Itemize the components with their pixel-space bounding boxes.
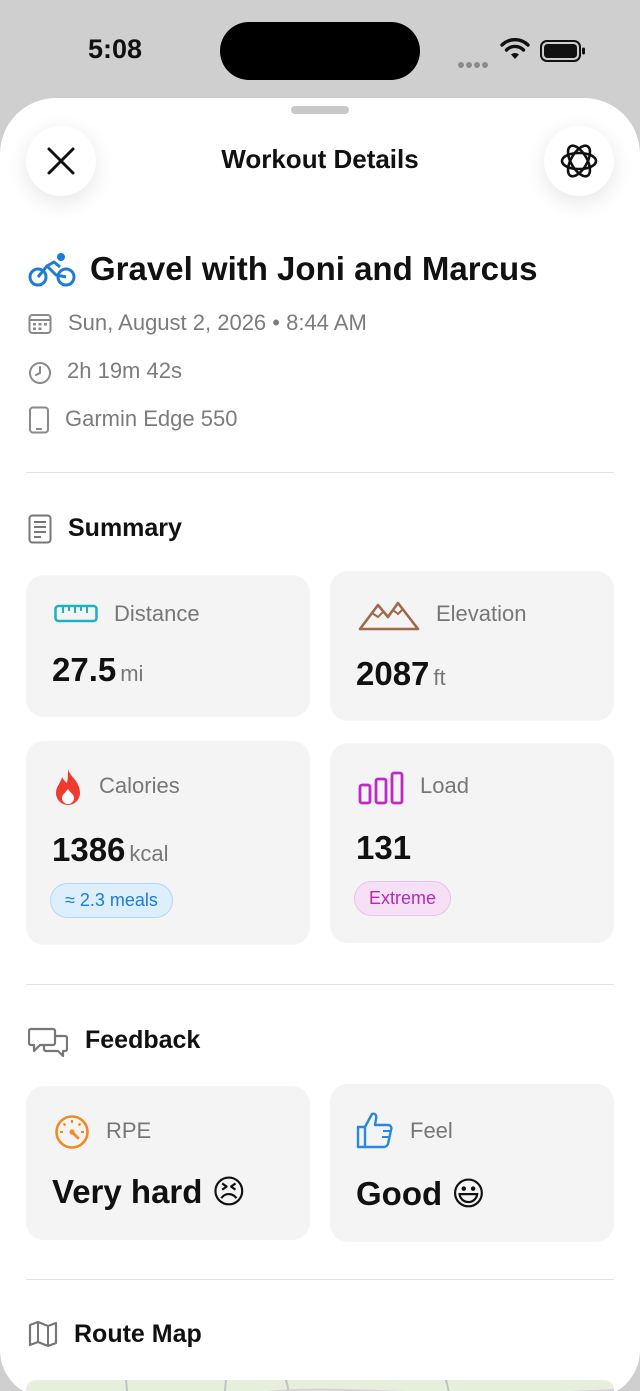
signal-dots-icon [458,55,490,68]
divider [26,1279,614,1280]
elevation-label: Elevation [436,601,527,626]
flame-icon [56,769,80,805]
workout-date: Sun, August 2, 2026 • 8:44 AM [68,310,367,335]
workout-duration-row: 2h 19m 42s [28,358,328,388]
divider [26,472,614,473]
document-icon [28,514,52,544]
sheet-grabber[interactable] [291,106,349,114]
chat-bubbles-icon [28,1027,68,1058]
divider [26,984,614,985]
status-time: 5:08 [88,34,143,64]
calories-card[interactable]: Calories 1386 kcal ≈ 2.3 meals [26,741,310,945]
elevation-value: 2087 ft [356,655,446,692]
elevation-card[interactable]: Elevation 2087 ft [330,571,614,721]
meals-badge: ≈ 2.3 meals [50,883,173,918]
map-icon [28,1320,58,1348]
calories-value: 1386 kcal [52,831,169,868]
clock-icon [29,362,51,384]
load-label: Load [420,773,469,798]
distance-card[interactable]: Distance 27.5 mi [26,575,310,717]
ai-assistant-button[interactable] [544,126,614,196]
calendar-icon [28,314,52,334]
route-map[interactable] [26,1379,615,1391]
battery-icon [540,40,585,62]
distance-value: 27.5 mi [52,651,144,688]
map-roads [125,1379,615,1391]
workout-date-row: Sun, August 2, 2026 • 8:44 AM [28,310,448,340]
load-badge: Extreme [354,881,452,916]
status-bar: 5:08 [0,0,640,100]
rpe-label: RPE [106,1118,152,1143]
feel-value: Good 😃 [356,1175,486,1212]
workout-title: Gravel with Joni and Marcus [90,250,538,287]
distance-label: Distance [114,601,200,626]
feel-label: Feel [410,1118,453,1143]
feel-card[interactable]: Feel Good 😃 [330,1084,614,1242]
mountains-icon [358,601,420,631]
feedback-heading: Feedback [28,1026,328,1060]
load-value: 131 [356,829,412,866]
wifi-icon [500,38,530,59]
calories-label: Calories [99,773,180,798]
cycling-icon [28,253,76,287]
ai-sparkle-icon [560,144,598,178]
rpe-card[interactable]: RPE Very hard 😣 [26,1086,310,1240]
ruler-icon [54,604,98,623]
dynamic-island [220,22,420,80]
workout-details-sheet: Workout Details Gravel with Joni and Mar… [0,98,640,1391]
route-map-heading: Route Map [28,1320,328,1354]
thumbs-up-icon [356,1112,393,1149]
rpe-value: Very hard 😣 [52,1173,246,1210]
load-card[interactable]: Load 131 Extreme [330,743,614,943]
workout-device-row: Garmin Edge 550 [28,406,328,436]
summary-heading: Summary [28,514,328,546]
bar-chart-icon [358,771,404,805]
device-icon [29,406,49,434]
workout-device: Garmin Edge 550 [65,406,238,431]
speedometer-icon [55,1115,89,1149]
workout-duration: 2h 19m 42s [67,358,182,383]
